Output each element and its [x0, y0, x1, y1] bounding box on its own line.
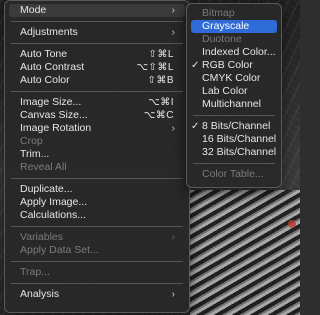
menu-item-adjustments[interactable]: Adjustments ›	[9, 26, 185, 39]
menu-item-label: Duotone	[202, 33, 242, 45]
printer-detail	[190, 190, 300, 315]
menu-item-label: Adjustments	[20, 26, 78, 38]
menu-item-trim[interactable]: Trim...	[9, 148, 185, 161]
menu-divider	[11, 178, 183, 179]
menu-item-image-rotation[interactable]: Image Rotation ›	[9, 122, 185, 135]
menu-divider	[193, 115, 275, 116]
chevron-right-icon: ›	[171, 123, 175, 134]
menu-item-crop[interactable]: Crop	[9, 135, 185, 148]
submenu-item-rgb-color[interactable]: ✓ RGB Color	[191, 59, 277, 72]
chevron-right-icon: ›	[171, 232, 175, 243]
checkmark-icon: ✓	[191, 60, 200, 71]
menu-divider	[11, 226, 183, 227]
menu-item-label: RGB Color	[202, 59, 253, 71]
submenu-item-32-bits[interactable]: 32 Bits/Channel	[191, 146, 277, 159]
chevron-right-icon: ›	[171, 289, 175, 300]
chevron-right-icon: ›	[171, 27, 175, 38]
checkmark-icon: ✓	[191, 121, 200, 132]
submenu-item-8-bits[interactable]: ✓ 8 Bits/Channel	[191, 120, 277, 133]
menu-item-reveal-all[interactable]: Reveal All	[9, 161, 185, 174]
indicator-light	[288, 220, 296, 228]
submenu-item-multichannel[interactable]: Multichannel	[191, 98, 277, 111]
menu-item-label: Apply Data Set...	[20, 244, 99, 256]
submenu-item-color-table[interactable]: Color Table...	[191, 168, 277, 181]
menu-item-auto-color[interactable]: Auto Color ⇧⌘B	[9, 74, 185, 87]
menu-item-label: Duplicate...	[20, 183, 73, 195]
menu-item-calculations[interactable]: Calculations...	[9, 209, 185, 222]
menu-divider	[11, 21, 183, 22]
shortcut: ⌥⌘C	[143, 110, 174, 121]
menu-divider	[11, 261, 183, 262]
mode-submenu: Bitmap Grayscale Duotone Indexed Color..…	[186, 3, 282, 188]
menu-divider	[11, 43, 183, 44]
shortcut: ⌥⇧⌘L	[136, 62, 174, 73]
menu-item-label: Image Size...	[20, 96, 82, 108]
menu-item-label: Lab Color	[202, 85, 248, 97]
submenu-item-bitmap[interactable]: Bitmap	[191, 7, 277, 20]
menu-divider	[11, 91, 183, 92]
menu-item-label: Auto Tone	[20, 48, 68, 60]
menu-item-label: Reveal All	[20, 161, 67, 173]
menu-item-label: Auto Contrast	[20, 61, 85, 73]
menu-item-auto-contrast[interactable]: Auto Contrast ⌥⇧⌘L	[9, 61, 185, 74]
submenu-item-duotone[interactable]: Duotone	[191, 33, 277, 46]
menu-item-variables[interactable]: Variables ›	[9, 231, 185, 244]
menu-item-analysis[interactable]: Analysis ›	[9, 288, 185, 301]
menu-item-label: Multichannel	[202, 98, 261, 110]
submenu-item-16-bits[interactable]: 16 Bits/Channel	[191, 133, 277, 146]
menu-item-label: Apply Image...	[20, 196, 88, 208]
menu-item-label: Indexed Color...	[202, 46, 276, 58]
chevron-right-icon: ›	[171, 5, 175, 16]
menu-item-apply-image[interactable]: Apply Image...	[9, 196, 185, 209]
submenu-item-lab-color[interactable]: Lab Color	[191, 85, 277, 98]
menu-item-duplicate[interactable]: Duplicate...	[9, 183, 185, 196]
menu-item-label: Trap...	[20, 266, 50, 278]
menu-item-mode[interactable]: Mode ›	[9, 4, 185, 17]
menu-item-label: Trim...	[20, 148, 50, 160]
shortcut: ⇧⌘B	[147, 75, 174, 86]
submenu-item-indexed-color[interactable]: Indexed Color...	[191, 46, 277, 59]
shortcut: ⌥⌘I	[148, 97, 174, 108]
menu-item-label: 16 Bits/Channel	[202, 133, 277, 145]
menu-item-label: Calculations...	[20, 209, 86, 221]
menu-item-label: Bitmap	[202, 7, 235, 19]
menu-divider	[193, 163, 275, 164]
menu-item-label: Variables	[20, 231, 63, 243]
submenu-item-grayscale[interactable]: Grayscale	[191, 20, 277, 33]
menu-item-apply-data-set[interactable]: Apply Data Set...	[9, 244, 185, 257]
menu-item-label: 8 Bits/Channel	[202, 120, 271, 132]
menu-item-label: Mode	[20, 4, 47, 16]
submenu-item-cmyk-color[interactable]: CMYK Color	[191, 72, 277, 85]
menu-item-auto-tone[interactable]: Auto Tone ⇧⌘L	[9, 48, 185, 61]
shortcut: ⇧⌘L	[148, 49, 174, 60]
menu-item-label: Analysis	[20, 288, 60, 300]
menu-item-canvas-size[interactable]: Canvas Size... ⌥⌘C	[9, 109, 185, 122]
menu-item-label: Color Table...	[202, 168, 264, 180]
menu-item-trap[interactable]: Trap...	[9, 266, 185, 279]
menu-item-label: Crop	[20, 135, 43, 147]
menu-divider	[11, 283, 183, 284]
image-menu: Mode › Adjustments › Auto Tone ⇧⌘L Auto …	[4, 0, 190, 313]
menu-item-label: Canvas Size...	[20, 109, 88, 121]
menu-item-label: CMYK Color	[202, 72, 261, 84]
menu-item-label: 32 Bits/Channel	[202, 146, 277, 158]
menu-item-label: Grayscale	[202, 20, 250, 32]
menu-item-image-size[interactable]: Image Size... ⌥⌘I	[9, 96, 185, 109]
menu-item-label: Auto Color	[20, 74, 70, 86]
menu-item-label: Image Rotation	[20, 122, 92, 134]
